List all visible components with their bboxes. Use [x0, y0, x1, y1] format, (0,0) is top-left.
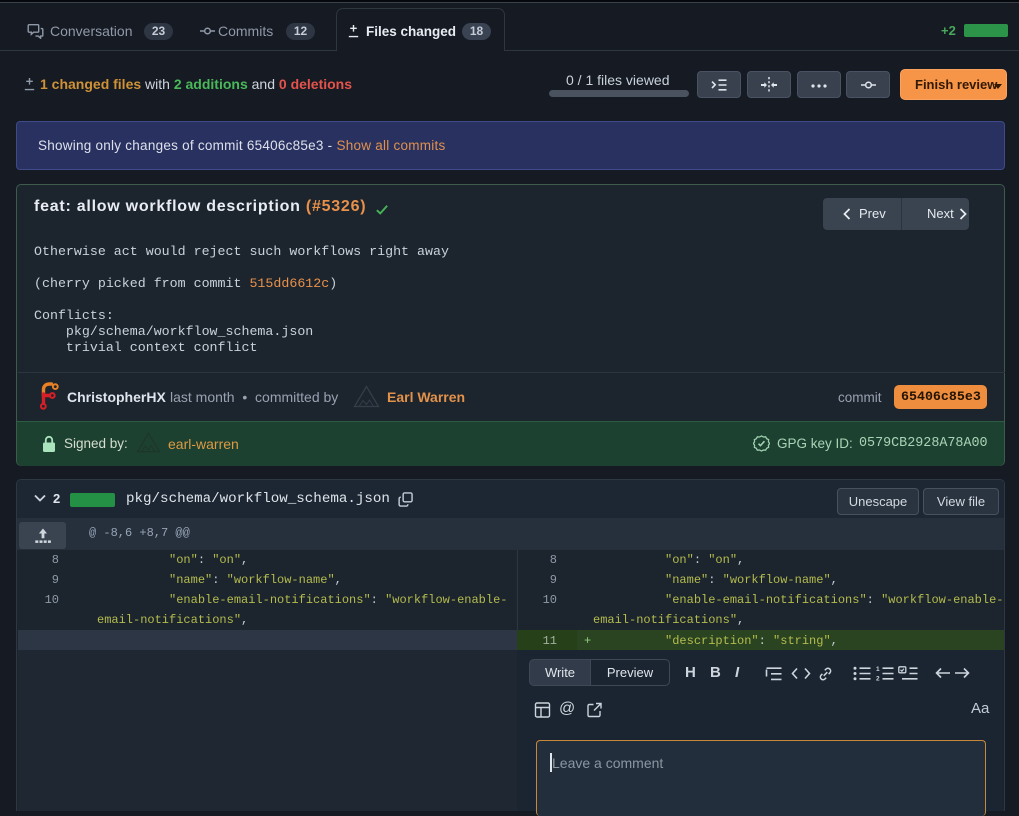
svg-text:1: 1: [876, 666, 880, 673]
svg-text:2: 2: [876, 676, 880, 681]
